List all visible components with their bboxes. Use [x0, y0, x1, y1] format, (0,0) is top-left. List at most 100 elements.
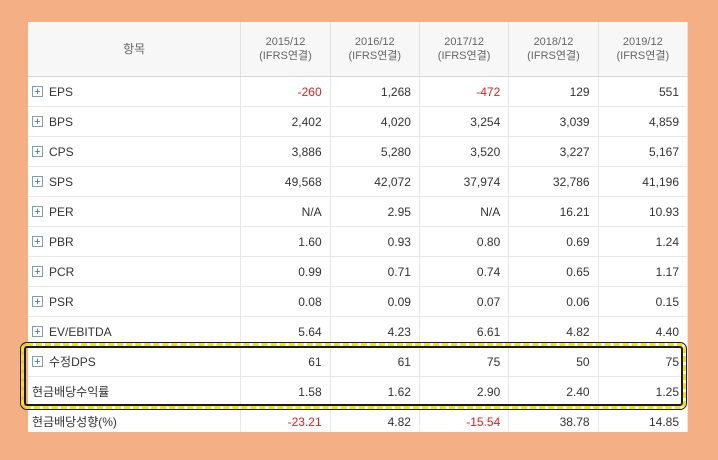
- expand-plus-icon[interactable]: +: [32, 326, 43, 338]
- financial-ratio-panel: 항목 2015/12 (IFRS연결) 2016/12 (IFRS연결) 2017/…: [28, 22, 688, 432]
- value-cell: 4,859: [598, 106, 688, 137]
- column-basis: (IFRS연결): [259, 50, 312, 62]
- value-cell: -23.21: [240, 406, 331, 432]
- expand-plus-icon[interactable]: +: [32, 236, 43, 248]
- value-cell: 75: [598, 346, 688, 377]
- column-period: 2015/12: [265, 36, 306, 48]
- value-cell: 49,568: [240, 166, 331, 197]
- value-cell: 42,072: [330, 166, 420, 197]
- value-cell: 551: [598, 76, 688, 107]
- value-cell: 1.60: [240, 226, 331, 257]
- table-body: + EPS -260 1,268 -472 129 551 + BPS 2,402 4,020 3,2…: [28, 76, 688, 432]
- row-label[interactable]: BPS: [49, 115, 73, 129]
- value-cell: 0.65: [508, 256, 599, 287]
- value-cell: 4.23: [330, 316, 420, 347]
- value-cell: 41,196: [598, 166, 688, 197]
- table-row: + PER N/A 2.95 N/A 16.21 10.93: [28, 196, 688, 227]
- value-cell: 38.78: [508, 406, 599, 432]
- column-period: 2016/12: [354, 36, 395, 48]
- value-cell: 61: [240, 346, 331, 377]
- value-cell: 0.07: [419, 286, 510, 317]
- row-label[interactable]: 수정DPS: [49, 355, 96, 369]
- value-cell: 2.40: [508, 376, 599, 407]
- value-cell: -472: [419, 76, 510, 107]
- value-cell: 2,402: [240, 106, 331, 137]
- financial-ratio-table: 항목 2015/12 (IFRS연결) 2016/12 (IFRS연결) 2017/…: [28, 22, 688, 432]
- column-header-2015: 2015/12 (IFRS연결): [240, 22, 331, 77]
- table-row: 현금배당성향(%) -23.21 4.82 -15.54 38.78 14.85: [28, 406, 688, 432]
- row-label-cell: + BPS: [28, 106, 242, 137]
- expand-plus-icon[interactable]: +: [32, 356, 43, 368]
- value-cell: 0.80: [419, 226, 510, 257]
- value-cell: 50: [508, 346, 599, 377]
- table-row: + SPS 49,568 42,072 37,974 32,786 41,196: [28, 166, 688, 197]
- table-row: + PSR 0.08 0.09 0.07 0.06 0.15: [28, 286, 688, 317]
- value-cell: 129: [508, 76, 599, 107]
- row-label[interactable]: EPS: [49, 85, 73, 99]
- row-label[interactable]: PCR: [49, 265, 74, 279]
- expand-plus-icon[interactable]: +: [32, 176, 43, 188]
- value-cell: 3,227: [508, 136, 599, 167]
- row-label[interactable]: PSR: [49, 295, 74, 309]
- value-cell: 5.64: [240, 316, 331, 347]
- value-cell: 1.58: [240, 376, 331, 407]
- column-header-2016: 2016/12 (IFRS연결): [330, 22, 420, 77]
- value-cell: 5,280: [330, 136, 420, 167]
- value-cell: -15.54: [419, 406, 510, 432]
- expand-plus-icon[interactable]: +: [32, 206, 43, 218]
- row-label-cell: + EPS: [28, 76, 242, 107]
- row-label[interactable]: EV/EBITDA: [49, 325, 112, 339]
- table-row: + BPS 2,402 4,020 3,254 3,039 4,859: [28, 106, 688, 137]
- value-cell: 3,886: [240, 136, 331, 167]
- table-row: + PBR 1.60 0.93 0.80 0.69 1.24: [28, 226, 688, 257]
- row-label-cell: + PSR: [28, 286, 242, 317]
- row-label[interactable]: CPS: [49, 145, 74, 159]
- value-cell: 10.93: [598, 196, 688, 227]
- value-cell: 0.93: [330, 226, 420, 257]
- value-cell: 1.62: [330, 376, 420, 407]
- value-cell: 5,167: [598, 136, 688, 167]
- row-label[interactable]: PER: [49, 205, 74, 219]
- column-header-2017: 2017/12 (IFRS연결): [419, 22, 510, 77]
- value-cell: 0.15: [598, 286, 688, 317]
- column-basis: (IFRS연결): [348, 50, 402, 62]
- table-row: + EPS -260 1,268 -472 129 551: [28, 76, 688, 107]
- value-cell: 3,254: [419, 106, 510, 137]
- expand-plus-icon[interactable]: +: [32, 116, 43, 128]
- value-cell: 61: [330, 346, 420, 377]
- value-cell: 4.82: [330, 406, 420, 432]
- value-cell: 16.21: [508, 196, 599, 227]
- value-cell: 1.17: [598, 256, 688, 287]
- value-cell: 2.95: [330, 196, 420, 227]
- expand-plus-icon[interactable]: +: [32, 146, 43, 158]
- column-basis: (IFRS연결): [437, 50, 491, 62]
- header-label: 항목: [28, 22, 242, 77]
- row-label: 현금배당수익률: [32, 385, 110, 399]
- expand-plus-icon[interactable]: +: [32, 86, 43, 98]
- column-basis: (IFRS연결): [527, 50, 580, 62]
- table-row: + EV/EBITDA 5.64 4.23 6.61 4.82 4.40: [28, 316, 688, 347]
- value-cell: 0.09: [330, 286, 420, 317]
- row-label-cell: + PBR: [28, 226, 242, 257]
- value-cell: 14.85: [598, 406, 688, 432]
- row-label[interactable]: PBR: [49, 235, 74, 249]
- value-cell: 0.74: [419, 256, 510, 287]
- row-label-cell: + EV/EBITDA: [28, 316, 242, 347]
- value-cell: -260: [240, 76, 331, 107]
- header-row: 항목 2015/12 (IFRS연결) 2016/12 (IFRS연결) 2017/…: [28, 22, 688, 77]
- value-cell: 2.90: [419, 376, 510, 407]
- table-row: + PCR 0.99 0.71 0.74 0.65 1.17: [28, 256, 688, 287]
- value-cell: 75: [419, 346, 510, 377]
- value-cell: 4.40: [598, 316, 688, 347]
- column-header-2018: 2018/12 (IFRS연결): [508, 22, 599, 77]
- row-label[interactable]: SPS: [49, 175, 73, 189]
- row-label-cell: + CPS: [28, 136, 242, 167]
- value-cell: 1.25: [598, 376, 688, 407]
- expand-plus-icon[interactable]: +: [32, 296, 43, 308]
- expand-plus-icon[interactable]: +: [32, 266, 43, 278]
- value-cell: 1,268: [330, 76, 420, 107]
- row-label-cell: 현금배당성향(%): [28, 406, 242, 432]
- value-cell: 0.06: [508, 286, 599, 317]
- value-cell: 4.82: [508, 316, 599, 347]
- value-cell: 3,039: [508, 106, 599, 137]
